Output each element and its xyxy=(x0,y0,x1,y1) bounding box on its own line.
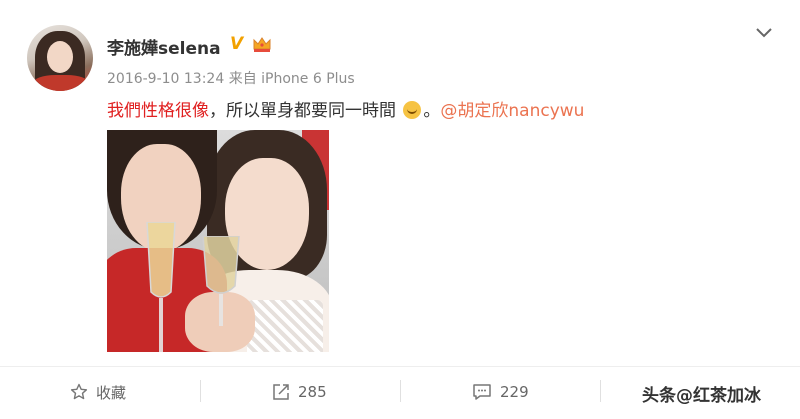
post-text-body: ，所以單身都要同一時間 xyxy=(209,101,396,121)
comment-icon xyxy=(473,384,491,400)
post-text-highlight: 我們性格很像 xyxy=(107,101,209,121)
avatar-face xyxy=(47,41,73,73)
action-separator xyxy=(200,380,201,402)
divider xyxy=(0,366,800,367)
avatar-shirt xyxy=(33,75,89,91)
star-icon xyxy=(70,383,88,400)
share-count: 285 xyxy=(298,383,327,401)
laugh-emoji-icon xyxy=(403,101,422,119)
avatar[interactable] xyxy=(27,25,93,91)
post-meta: 2016-9-10 13:24 来自 iPhone 6 Plus xyxy=(107,68,355,88)
mention-link[interactable]: @胡定欣nancywu xyxy=(440,101,584,121)
wine-glass xyxy=(202,236,240,326)
action-separator xyxy=(400,380,401,402)
share-button[interactable]: 285 xyxy=(272,376,327,408)
champagne-glass xyxy=(146,222,176,352)
comment-button[interactable]: 229 xyxy=(472,376,529,408)
post-source: 来自 iPhone 6 Plus xyxy=(228,71,355,87)
share-icon xyxy=(273,384,289,400)
post-timestamp[interactable]: 2016-9-10 13:24 xyxy=(107,71,224,87)
post-photo[interactable] xyxy=(107,130,329,352)
watermark: 头条@红茶加冰 xyxy=(640,381,763,406)
comment-count: 229 xyxy=(500,383,529,401)
post-text-end: 。 xyxy=(423,101,441,121)
chevron-down-icon[interactable] xyxy=(754,26,774,40)
verified-badge[interactable]: V xyxy=(230,35,248,53)
crown-icon[interactable] xyxy=(252,35,272,53)
username[interactable]: 李施嬅selena xyxy=(107,34,221,59)
action-separator xyxy=(600,380,601,402)
favorite-button[interactable]: 收藏 xyxy=(70,376,126,408)
weibo-post-card: 李施嬅selena V 2016-9-10 13:24 来自 iPhone 6 … xyxy=(0,0,800,419)
favorite-label: 收藏 xyxy=(96,383,127,402)
post-text: 我們性格很像，所以單身都要同一時間 。@胡定欣nancywu xyxy=(107,96,584,121)
photo-lace-top xyxy=(247,300,323,352)
